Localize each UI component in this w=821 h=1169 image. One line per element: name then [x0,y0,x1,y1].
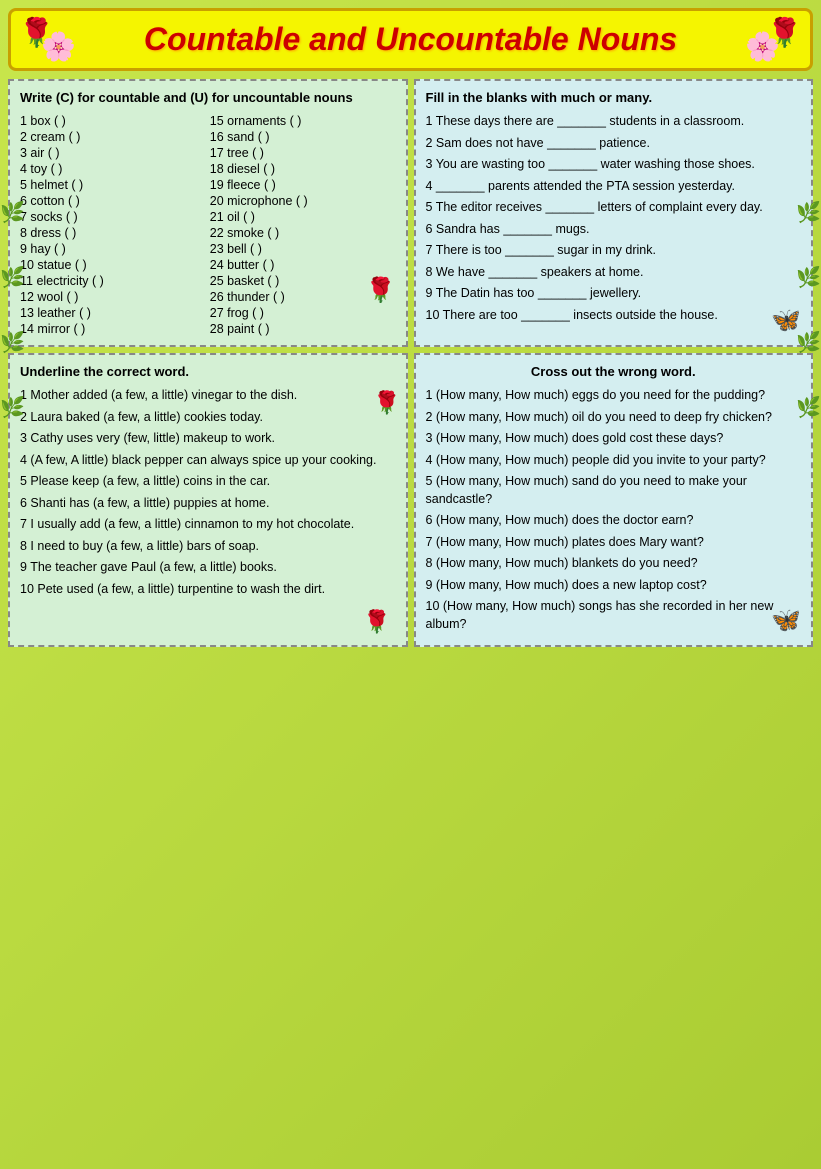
crossout-item: 8 (How many, How much) blankets do you n… [426,555,802,573]
noun-item-right: 23 bell ( ) [210,241,396,257]
fill-item: 6 Sandra has _______ mugs. [426,221,802,239]
noun-item-right: 27 frog ( ) [210,305,396,321]
fill-item: 7 There is too _______ sugar in my drink… [426,242,802,260]
noun-item-right: 24 butter ( ) [210,257,396,273]
noun-item-left: 12 wool ( ) [20,289,206,305]
underline-items: 1 Mother added (a few, a little) vinegar… [20,387,396,598]
underline-item: 3 Cathy uses very (few, little) makeup t… [20,430,396,448]
fill-item: 8 We have _______ speakers at home. [426,264,802,282]
noun-item-right: 17 tree ( ) [210,145,396,161]
rose-decoration-br: 🌸 [745,30,780,63]
main-grid: Write (C) for countable and (U) for unco… [8,79,813,647]
noun-item-right: 18 diesel ( ) [210,161,396,177]
noun-item-right: 16 sand ( ) [210,129,396,145]
noun-item-left: 10 statue ( ) [20,257,206,273]
noun-item-right: 20 microphone ( ) [210,193,396,209]
noun-items-left: 1 box ( )2 cream ( )3 air ( )4 toy ( )5 … [20,113,206,337]
crossout-item: 2 (How many, How much) oil do you need t… [426,409,802,427]
fill-item: 10 There are too _______ insects outside… [426,307,802,325]
noun-grid: 1 box ( )2 cream ( )3 air ( )4 toy ( )5 … [20,113,396,337]
page-background: 🌹 🌹 Countable and Uncountable Nouns 🌸 🌸 … [0,0,821,1169]
rose-deco-s1: 🌹 [366,276,396,305]
underline-item: 8 I need to buy (a few, a little) bars o… [20,538,396,556]
noun-item-right: 21 oil ( ) [210,209,396,225]
rose-deco-s3b: 🌹 [363,609,390,635]
noun-item-left: 13 leather ( ) [20,305,206,321]
underline-item: 7 I usually add (a few, a little) cinnam… [20,516,396,534]
crossout-item: 1 (How many, How much) eggs do you need … [426,387,802,405]
noun-item-left: 5 helmet ( ) [20,177,206,193]
section3-instruction: Underline the correct word. [20,363,396,381]
noun-item-left: 4 toy ( ) [20,161,206,177]
crossout-item: 9 (How many, How much) does a new laptop… [426,577,802,595]
left-deco: 🌿 🌿 🌿 🌿 [0,200,25,420]
countable-section: Write (C) for countable and (U) for unco… [8,79,408,347]
noun-item-left: 14 mirror ( ) [20,321,206,337]
fill-item: 2 Sam does not have _______ patience. [426,135,802,153]
fill-item: 3 You are wasting too _______ water wash… [426,156,802,174]
noun-item-left: 6 cotton ( ) [20,193,206,209]
fill-item: 4 _______ parents attended the PTA sessi… [426,178,802,196]
fill-item: 5 The editor receives _______ letters of… [426,199,802,217]
crossout-section: Cross out the wrong word. 1 (How many, H… [414,353,814,647]
noun-item-right: 22 smoke ( ) [210,225,396,241]
rose-decoration-bl: 🌸 [41,30,76,63]
noun-item-left: 3 air ( ) [20,145,206,161]
section1-instruction: Write (C) for countable and (U) for unco… [20,89,396,107]
underline-item: 10 Pete used (a few, a little) turpentin… [20,581,396,599]
crossout-item: 6 (How many, How much) does the doctor e… [426,512,802,530]
underline-item: 5 Please keep (a few, a little) coins in… [20,473,396,491]
right-deco: 🌿 🌿 🌿 🌿 [796,200,821,420]
underline-item: 4 (A few, A little) black pepper can alw… [20,452,396,470]
crossout-items: 1 (How many, How much) eggs do you need … [426,387,802,633]
crossout-item: 7 (How many, How much) plates does Mary … [426,534,802,552]
butterfly-s4: 🦋 [771,606,801,635]
fill-items: 1 These days there are _______ students … [426,113,802,324]
noun-item-right: 15 ornaments ( ) [210,113,396,129]
underline-item: 6 Shanti has (a few, a little) puppies a… [20,495,396,513]
fill-item: 9 The Datin has too _______ jewellery. [426,285,802,303]
rose-deco-s3: 🌹 [373,390,400,416]
section4-instruction: Cross out the wrong word. [426,363,802,381]
fill-item: 1 These days there are _______ students … [426,113,802,131]
noun-item-right: 28 paint ( ) [210,321,396,337]
noun-item-right: 19 fleece ( ) [210,177,396,193]
noun-item-left: 8 dress ( ) [20,225,206,241]
fill-blanks-section: Fill in the blanks with much or many. 1 … [414,79,814,347]
header: 🌹 🌹 Countable and Uncountable Nouns 🌸 🌸 [8,8,813,71]
section2-instruction: Fill in the blanks with much or many. [426,89,802,107]
noun-item-left: 9 hay ( ) [20,241,206,257]
crossout-item: 5 (How many, How much) sand do you need … [426,473,802,508]
underline-section: Underline the correct word. 1 Mother add… [8,353,408,647]
crossout-item: 4 (How many, How much) people did you in… [426,452,802,470]
underline-item: 2 Laura baked (a few, a little) cookies … [20,409,396,427]
crossout-item: 10 (How many, How much) songs has she re… [426,598,802,633]
crossout-item: 3 (How many, How much) does gold cost th… [426,430,802,448]
noun-item-left: 11 electricity ( ) [20,273,206,289]
underline-item: 1 Mother added (a few, a little) vinegar… [20,387,396,405]
noun-item-left: 7 socks ( ) [20,209,206,225]
noun-item-left: 2 cream ( ) [20,129,206,145]
page-title: Countable and Uncountable Nouns [16,21,805,58]
underline-item: 9 The teacher gave Paul (a few, a little… [20,559,396,577]
noun-item-left: 1 box ( ) [20,113,206,129]
